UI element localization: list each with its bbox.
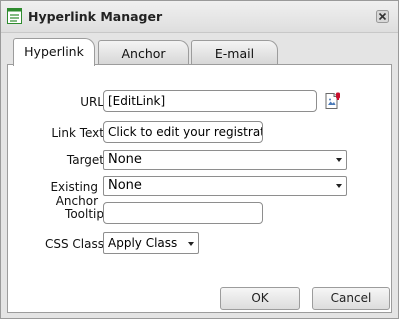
tab-strip: Hyperlink Anchor E-mail: [13, 38, 393, 66]
target-select-value: None: [108, 152, 142, 167]
existing-anchor-select[interactable]: None: [103, 176, 347, 196]
tab-anchor[interactable]: Anchor: [98, 40, 189, 65]
hyperlink-panel: URL [EditLink] Link Text Click to edit y…: [7, 64, 392, 313]
link-text-label: Link Text: [51, 126, 104, 140]
hyperlink-manager-icon: [7, 8, 22, 24]
tooltip-label: Tooltip: [65, 207, 104, 221]
tab-email[interactable]: E-mail: [191, 40, 278, 65]
tab-hyperlink[interactable]: Hyperlink: [13, 38, 95, 66]
css-class-label: CSS Class: [45, 237, 104, 251]
existing-anchor-select-value: None: [108, 178, 142, 193]
titlebar: Hyperlink Manager: [1, 1, 398, 33]
url-field[interactable]: [EditLink]: [103, 90, 317, 112]
ok-button[interactable]: OK: [220, 287, 300, 310]
link-text-field[interactable]: Click to edit your registration: [103, 121, 263, 143]
hyperlink-manager-dialog: Hyperlink Manager Hyperlink Anchor E-mai…: [0, 0, 399, 319]
tooltip-field[interactable]: [103, 202, 263, 224]
chevron-down-icon: [336, 158, 342, 162]
target-select[interactable]: None: [103, 150, 347, 170]
document-browse-icon[interactable]: [324, 92, 342, 110]
existing-anchor-label: Existing Anchor: [50, 180, 98, 208]
cancel-button[interactable]: Cancel: [312, 287, 390, 310]
css-class-select-value: Apply Class: [108, 236, 178, 250]
target-label: Target: [66, 153, 104, 167]
chevron-down-icon: [336, 184, 342, 188]
close-icon[interactable]: [376, 10, 389, 23]
chevron-down-icon: [188, 242, 194, 246]
dialog-title: Hyperlink Manager: [28, 9, 163, 24]
url-label: URL: [80, 95, 104, 109]
css-class-select[interactable]: Apply Class: [103, 232, 199, 254]
